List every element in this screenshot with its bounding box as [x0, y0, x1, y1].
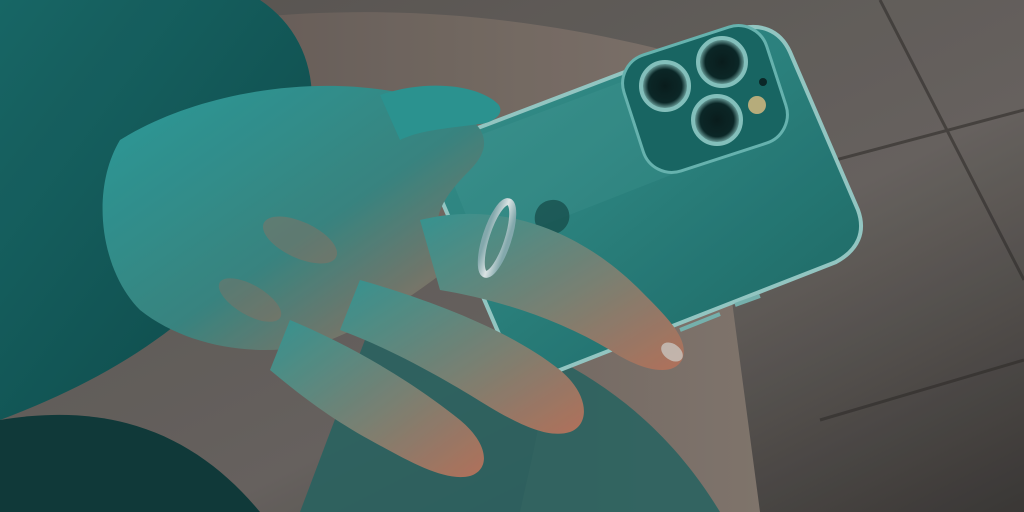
photo-illustration — [0, 0, 1024, 512]
photo-scene — [0, 0, 1024, 512]
vignette-overlay — [0, 0, 1024, 512]
